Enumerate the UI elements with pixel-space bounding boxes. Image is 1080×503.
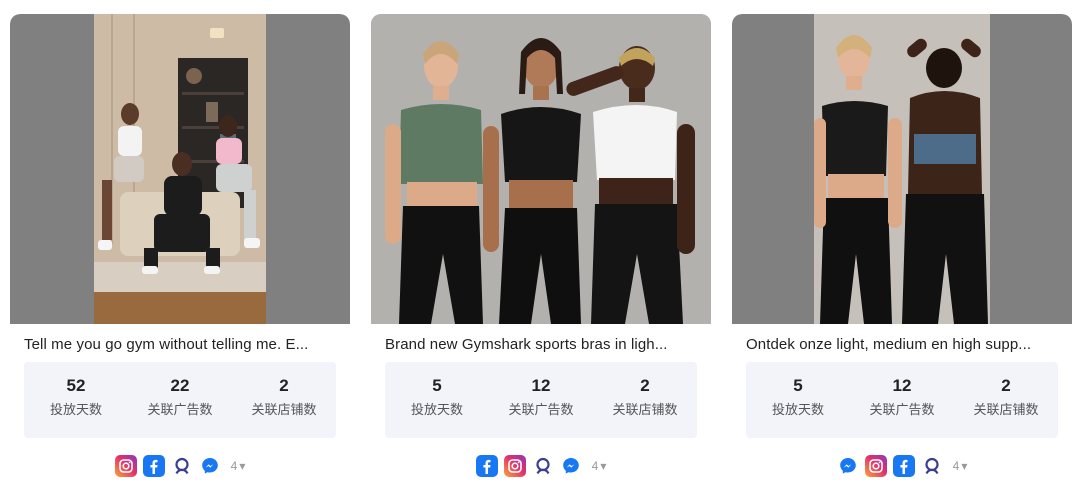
stat-value: 12 [531, 376, 551, 395]
facebook-icon[interactable] [892, 455, 915, 477]
stat-days: 5 投放天数 [385, 362, 489, 438]
stat-value: 2 [640, 376, 650, 395]
ad-image [94, 14, 266, 324]
messenger-icon[interactable] [560, 455, 582, 477]
instagram-icon[interactable] [114, 455, 137, 477]
more-count: 4 [230, 459, 238, 473]
stat-value: 2 [279, 376, 289, 395]
stat-label: 关联店铺数 [251, 402, 317, 417]
stat-stores: 2 关联店铺数 [232, 362, 336, 438]
chevron-down-icon: ▾ [961, 459, 968, 473]
ad-stats: 52 投放天数 22 关联广告数 2 关联店铺数 [24, 362, 336, 438]
ad-stats: 5 投放天数 12 关联广告数 2 关联店铺数 [385, 362, 697, 438]
more-platforms[interactable]: 4 ▾ [231, 459, 246, 473]
ad-media[interactable] [371, 14, 711, 324]
audience-network-icon[interactable] [532, 455, 554, 477]
ad-title[interactable]: Brand new Gymshark sports bras in ligh..… [385, 336, 699, 353]
stat-ads: 12 关联广告数 [850, 362, 954, 438]
stat-days: 5 投放天数 [746, 362, 850, 438]
facebook-icon[interactable] [475, 455, 498, 477]
facebook-icon[interactable] [142, 455, 165, 477]
stat-label: 关联广告数 [508, 402, 574, 417]
ad-title[interactable]: Tell me you go gym without telling me. E… [24, 336, 338, 353]
ad-stats: 5 投放天数 12 关联广告数 2 关联店铺数 [746, 362, 1058, 438]
ad-image [371, 14, 711, 324]
stat-label: 投放天数 [771, 402, 824, 417]
stat-label: 投放天数 [49, 402, 102, 417]
more-count: 4 [591, 459, 599, 473]
messenger-icon[interactable] [837, 455, 859, 477]
chevron-down-icon: ▾ [239, 459, 246, 473]
audience-network-icon[interactable] [921, 455, 943, 477]
messenger-icon[interactable] [199, 455, 221, 477]
stat-ads: 12 关联广告数 [489, 362, 593, 438]
stat-value: 5 [793, 376, 803, 395]
stat-days: 52 投放天数 [24, 362, 128, 438]
ad-image [814, 14, 990, 324]
ad-media[interactable] [10, 14, 350, 324]
instagram-icon[interactable] [503, 455, 526, 477]
platform-icons: 4 ▾ [10, 454, 350, 478]
stat-label: 关联广告数 [147, 402, 213, 417]
more-platforms[interactable]: 4 ▾ [592, 459, 607, 473]
audience-network-icon[interactable] [171, 455, 193, 477]
ad-media[interactable] [732, 14, 1072, 324]
chevron-down-icon: ▾ [600, 459, 607, 473]
stat-value: 2 [1001, 376, 1011, 395]
stat-label: 关联广告数 [869, 402, 935, 417]
more-platforms[interactable]: 4 ▾ [953, 459, 968, 473]
stat-ads: 22 关联广告数 [128, 362, 232, 438]
ad-title[interactable]: Ontdek onze light, medium en high supp..… [746, 336, 1060, 353]
ad-card-1[interactable]: Tell me you go gym without telling me. E… [10, 14, 350, 494]
stat-value: 52 [66, 376, 86, 395]
ad-card-2[interactable]: Brand new Gymshark sports bras in ligh..… [371, 14, 711, 494]
stat-value: 22 [170, 376, 190, 395]
instagram-icon[interactable] [864, 455, 887, 477]
stat-label: 关联店铺数 [973, 402, 1039, 417]
platform-icons: 4 ▾ [732, 454, 1072, 478]
stat-label: 投放天数 [410, 402, 463, 417]
platform-icons: 4 ▾ [371, 454, 711, 478]
ad-card-3[interactable]: Ontdek onze light, medium en high supp..… [732, 14, 1072, 494]
stat-stores: 2 关联店铺数 [954, 362, 1058, 438]
stat-value: 5 [432, 376, 442, 395]
stat-stores: 2 关联店铺数 [593, 362, 697, 438]
more-count: 4 [952, 459, 960, 473]
stat-value: 12 [892, 376, 912, 395]
stat-label: 关联店铺数 [612, 402, 678, 417]
